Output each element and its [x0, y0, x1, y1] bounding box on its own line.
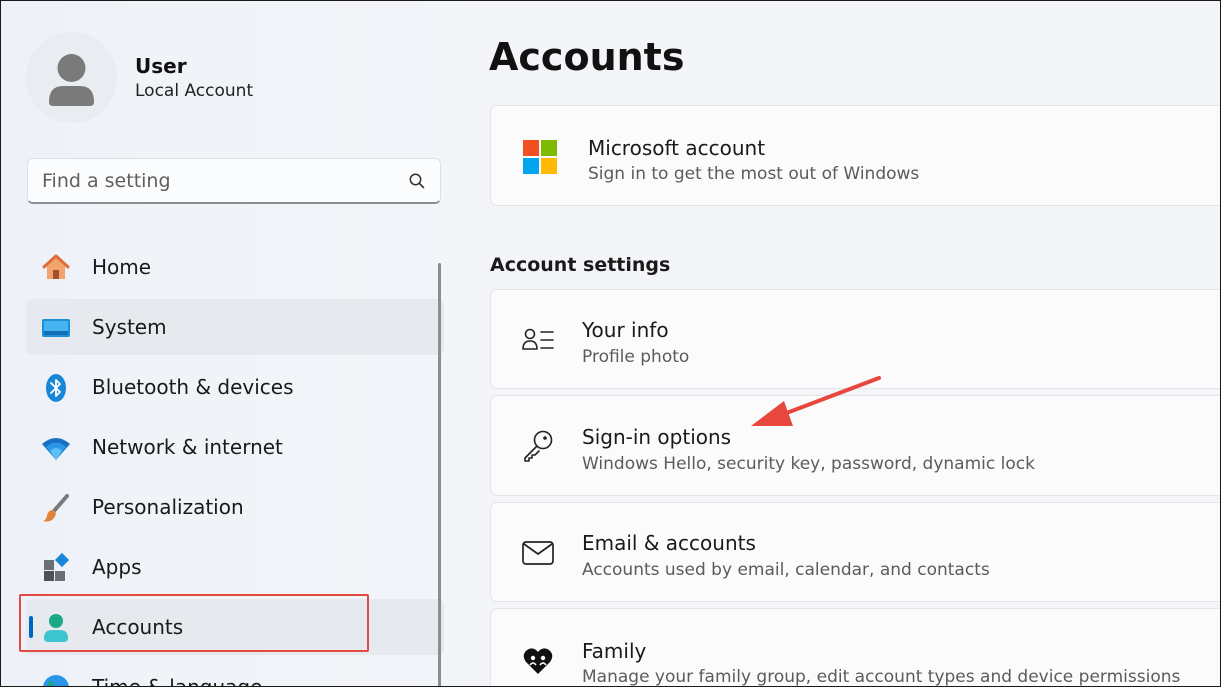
account-type: Local Account: [135, 81, 254, 101]
page-title: Accounts: [489, 35, 685, 79]
family-subtitle: Manage your family group, edit account t…: [582, 667, 1181, 687]
globe-icon: [43, 675, 69, 686]
avatar[interactable]: [26, 32, 117, 123]
mail-icon: [522, 541, 554, 565]
family-title: Family: [582, 639, 647, 663]
microsoft-account-title: Microsoft account: [588, 136, 766, 160]
user-name: User: [135, 54, 187, 78]
apps-icon: [44, 552, 70, 581]
microsoft-account-subtitle: Sign in to get the most out of Windows: [588, 164, 920, 184]
brush-icon: [43, 494, 69, 522]
your-info-subtitle: Profile photo: [582, 347, 690, 367]
email-accounts-subtitle: Accounts used by email, calendar, and co…: [582, 560, 990, 580]
key-icon: [524, 430, 553, 462]
your-info-title: Your info: [582, 318, 669, 342]
sidebar-item-label: Time & language: [92, 675, 263, 687]
sign-in-options-subtitle: Windows Hello, security key, password, d…: [582, 454, 1035, 474]
email-accounts-card[interactable]: Email & accounts Accounts used by email,…: [490, 502, 1220, 602]
home-icon: [42, 254, 70, 279]
search-input[interactable]: [42, 159, 392, 203]
microsoft-account-card[interactable]: Microsoft account Sign in to get the mos…: [490, 105, 1220, 206]
family-card[interactable]: Family Manage your family group, edit ac…: [490, 608, 1220, 687]
sidebar-item-label: Bluetooth & devices: [92, 375, 294, 399]
sidebar-item-label: System: [92, 315, 167, 339]
sidebar-item-apps[interactable]: Apps: [26, 539, 444, 595]
search-icon[interactable]: [408, 172, 426, 190]
user-avatar-icon: [49, 54, 94, 106]
system-icon: [42, 319, 70, 337]
bluetooth-icon: [46, 374, 66, 402]
sidebar-item-home[interactable]: Home: [26, 239, 444, 295]
sidebar-item-personalization[interactable]: Personalization: [26, 479, 444, 535]
person-list-icon: [522, 328, 554, 350]
sidebar-item-bluetooth[interactable]: Bluetooth & devices: [26, 359, 444, 415]
family-heart-icon: [523, 648, 553, 674]
sidebar-scrollbar[interactable]: [438, 263, 441, 686]
wifi-icon: [42, 438, 70, 460]
email-accounts-title: Email & accounts: [582, 531, 756, 555]
sidebar-item-label: Home: [92, 255, 152, 279]
search-box[interactable]: [27, 158, 441, 204]
microsoft-logo-icon: [523, 140, 557, 174]
annotation-arrow: [751, 376, 881, 426]
section-title: Account settings: [490, 254, 671, 276]
sidebar-item-label: Personalization: [92, 495, 244, 519]
sidebar-item-network[interactable]: Network & internet: [26, 419, 444, 475]
sidebar-item-time-language[interactable]: Time & language: [26, 659, 444, 687]
sidebar-item-system[interactable]: System: [26, 299, 444, 355]
sidebar-item-label: Apps: [92, 555, 142, 579]
annotation-highlight-box: [19, 594, 369, 652]
settings-window: User Local Account Home System: [0, 0, 1221, 687]
sign-in-options-title: Sign-in options: [582, 425, 732, 449]
sidebar-item-label: Network & internet: [92, 435, 283, 459]
